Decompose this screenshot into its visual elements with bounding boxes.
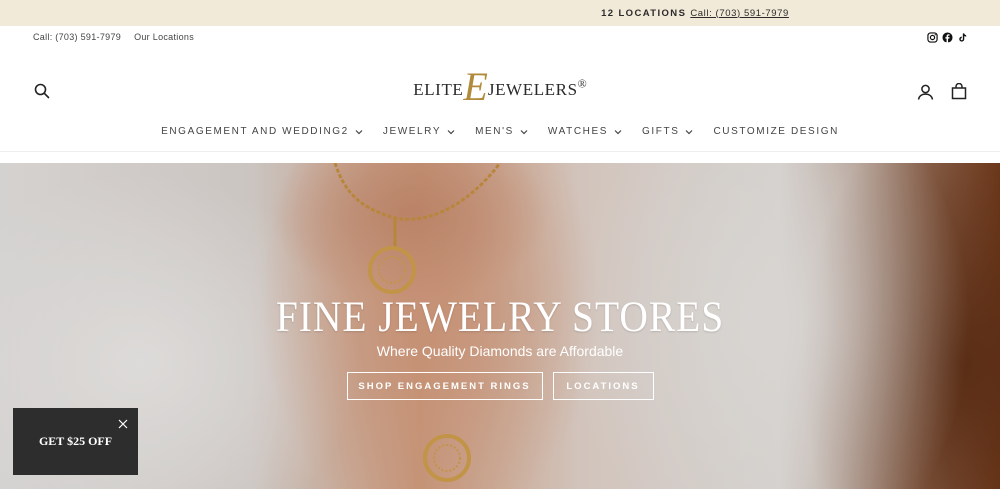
hero-banner: FINE JEWELRY STORES Where Quality Diamon… [0, 163, 1000, 489]
hero-subtitle: Where Quality Diamonds are Affordable [376, 343, 624, 359]
locations-button[interactable]: LOCATIONS [552, 372, 654, 400]
chevron-down-icon [447, 129, 455, 134]
nav-label: GIFTS [642, 126, 680, 137]
cart-icon[interactable] [951, 82, 967, 105]
nav-item-gifts[interactable]: GIFTS [642, 126, 693, 137]
account-icon[interactable] [917, 84, 934, 105]
shop-engagement-rings-button[interactable]: SHOP ENGAGEMENT RINGS [346, 372, 543, 400]
our-locations-link[interactable]: Our Locations [134, 32, 194, 42]
announcement-bar: 12 LOCATIONS Call: (703) 591-7979 [0, 0, 1000, 26]
locations-count: 12 LOCATIONS [601, 7, 687, 19]
registered-mark: ® [577, 76, 587, 91]
nav-item-mens[interactable]: MEN'S [475, 126, 528, 137]
nav-item-customize-design[interactable]: CUSTOMIZE DESIGN [713, 126, 838, 137]
site-header: ELITE E JEWELERS® [0, 48, 1000, 120]
chevron-down-icon [520, 129, 528, 134]
instagram-icon[interactable] [927, 31, 938, 43]
logo-monogram: E [463, 64, 488, 109]
main-navigation: ENGAGEMENT AND WEDDING2 JEWELRY MEN'S WA… [0, 120, 1000, 152]
logo-text-jewelers: JEWELERS [487, 80, 578, 99]
nav-label: JEWELRY [382, 126, 442, 137]
chevron-down-icon [686, 129, 693, 134]
close-icon[interactable] [118, 416, 128, 434]
chevron-down-icon [614, 129, 622, 134]
discount-popup[interactable]: GET $25 OFF [13, 408, 138, 475]
nav-item-jewelry[interactable]: JEWELRY [383, 126, 455, 137]
chevron-down-icon [355, 129, 363, 134]
nav-label: ENGAGEMENT AND WEDDING2 [161, 126, 349, 137]
site-logo[interactable]: ELITE E JEWELERS® [0, 64, 1000, 110]
utility-bar: Call: (703) 591-7979 Our Locations [0, 26, 1000, 48]
hero-buttons: SHOP ENGAGEMENT RINGS LOCATIONS [0, 372, 1000, 400]
tiktok-icon[interactable] [957, 32, 967, 43]
utility-call-link[interactable]: Call: (703) 591-7979 [33, 32, 121, 42]
nav-item-watches[interactable]: WATCHES [548, 126, 622, 137]
nav-label: WATCHES [547, 126, 609, 137]
hero-title: FINE JEWELRY STORES [275, 294, 725, 341]
nav-label: CUSTOMIZE DESIGN [713, 126, 839, 137]
social-links [927, 31, 967, 43]
announcement-phone-link[interactable]: Call: (703) 591-7979 [690, 8, 789, 19]
discount-label: GET $25 OFF [38, 434, 113, 448]
nav-item-engagement-wedding[interactable]: ENGAGEMENT AND WEDDING2 [161, 126, 363, 137]
facebook-icon[interactable] [942, 31, 953, 43]
logo-text-elite: ELITE [413, 80, 464, 99]
nav-label: MEN'S [475, 126, 514, 137]
